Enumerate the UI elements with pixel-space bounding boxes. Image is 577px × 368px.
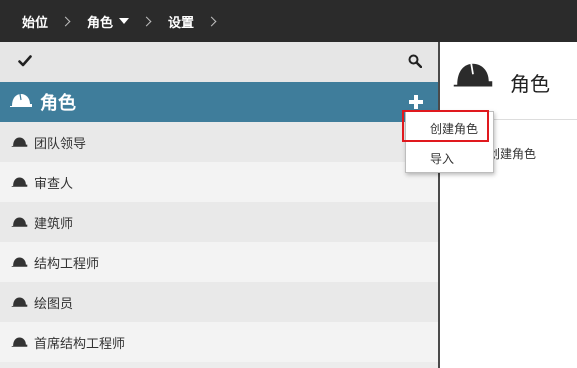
breadcrumb-separator-icon	[206, 16, 217, 26]
list-item[interactable]: 建筑师	[0, 202, 438, 242]
create-role-link[interactable]: 创建角色	[488, 145, 536, 162]
hard-hat-icon	[11, 217, 28, 227]
list-item[interactable]: 首席结构工程师	[0, 322, 438, 362]
hard-hat-icon	[453, 63, 493, 87]
section-title: 角色	[40, 93, 76, 114]
add-menu-dropdown: 创建角色 导入	[405, 111, 494, 173]
breadcrumb-bar: 始位 角色 设置	[0, 0, 577, 42]
roles-list: 团队领导 审查人 建筑师 结构工程师 绘图员 首席结构工程师	[0, 122, 438, 362]
list-item-label: 审查人	[34, 176, 74, 192]
checkmark-icon[interactable]	[18, 54, 32, 68]
hard-hat-icon	[11, 297, 28, 307]
hard-hat-icon	[11, 337, 28, 347]
roles-section-header: 角色	[0, 82, 438, 122]
hard-hat-icon	[11, 257, 28, 267]
breadcrumb-settings[interactable]: 设置	[168, 12, 194, 31]
breadcrumb-separator-icon	[141, 16, 152, 26]
list-item-label: 团队领导	[34, 136, 87, 152]
plus-icon[interactable]	[408, 94, 424, 110]
breadcrumb-roles-label: 角色	[87, 15, 114, 31]
list-item-label: 建筑师	[34, 216, 74, 232]
list-item[interactable]: 审查人	[0, 162, 438, 202]
list-toolbar	[0, 42, 438, 82]
menu-item-import[interactable]: 导入	[406, 144, 493, 172]
search-icon[interactable]	[408, 54, 422, 68]
hard-hat-icon	[10, 93, 32, 107]
roles-list-pane: 角色 团队领导 审查人 建筑师 结构工程师 绘图员 首席结构工程师	[0, 42, 438, 368]
list-item-label: 结构工程师	[34, 256, 100, 272]
menu-item-create-role[interactable]: 创建角色	[406, 114, 493, 142]
detail-title: 角色	[510, 72, 550, 96]
list-item[interactable]: 绘图员	[0, 282, 438, 322]
list-item-label: 绘图员	[34, 296, 74, 312]
list-item[interactable]: 结构工程师	[0, 242, 438, 282]
hard-hat-icon	[11, 137, 28, 147]
caret-down-icon	[119, 18, 130, 24]
list-item-label: 首席结构工程师	[34, 336, 126, 352]
hard-hat-icon	[11, 177, 28, 187]
detail-pane: 角色 创建角色	[440, 42, 577, 368]
breadcrumb-roles-dropdown[interactable]: 角色	[87, 12, 130, 31]
breadcrumb-home[interactable]: 始位	[22, 12, 48, 31]
breadcrumb-separator-icon	[60, 16, 71, 26]
list-item[interactable]: 团队领导	[0, 122, 438, 162]
